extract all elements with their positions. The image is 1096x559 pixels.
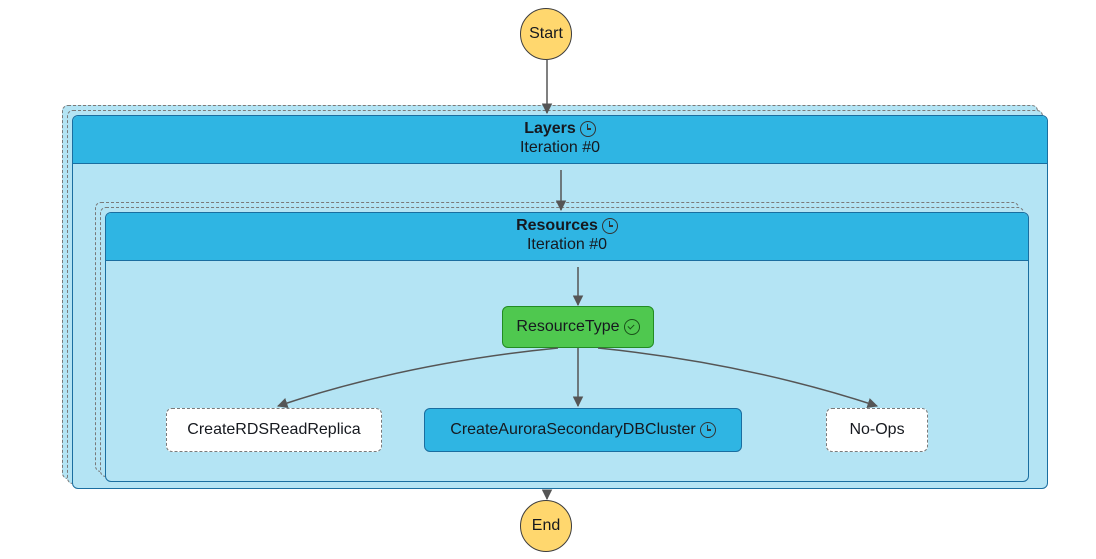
layers-map-state[interactable]: Layers Iteration #0 Resources Iteration …: [72, 115, 1048, 489]
branch-label: CreateRDSReadReplica: [187, 421, 360, 439]
end-node[interactable]: End: [520, 500, 572, 552]
clock-icon: [602, 218, 618, 234]
resources-map-state[interactable]: Resources Iteration #0 ResourceType Crea…: [105, 212, 1029, 482]
clock-icon: [580, 121, 596, 137]
resources-iteration: Iteration #0: [106, 236, 1028, 254]
branch-create-aurora-secondary-db-cluster[interactable]: CreateAuroraSecondaryDBCluster: [424, 408, 742, 452]
resource-type-label: ResourceType: [516, 318, 619, 336]
branch-no-ops[interactable]: No-Ops: [826, 408, 928, 452]
resource-type-choice-state[interactable]: ResourceType: [502, 306, 654, 348]
branch-label: No-Ops: [849, 421, 904, 439]
start-node[interactable]: Start: [520, 8, 572, 60]
clock-icon: [700, 422, 716, 438]
resources-header: Resources Iteration #0: [106, 213, 1028, 261]
branch-label: CreateAuroraSecondaryDBCluster: [450, 421, 695, 439]
resources-title: Resources: [516, 217, 598, 235]
layers-iteration: Iteration #0: [73, 139, 1047, 157]
layers-header: Layers Iteration #0: [73, 116, 1047, 164]
branch-create-rds-read-replica[interactable]: CreateRDSReadReplica: [166, 408, 382, 452]
start-label: Start: [529, 25, 563, 43]
check-circle-icon: [624, 319, 640, 335]
end-label: End: [532, 517, 560, 535]
layers-title: Layers: [524, 120, 576, 138]
